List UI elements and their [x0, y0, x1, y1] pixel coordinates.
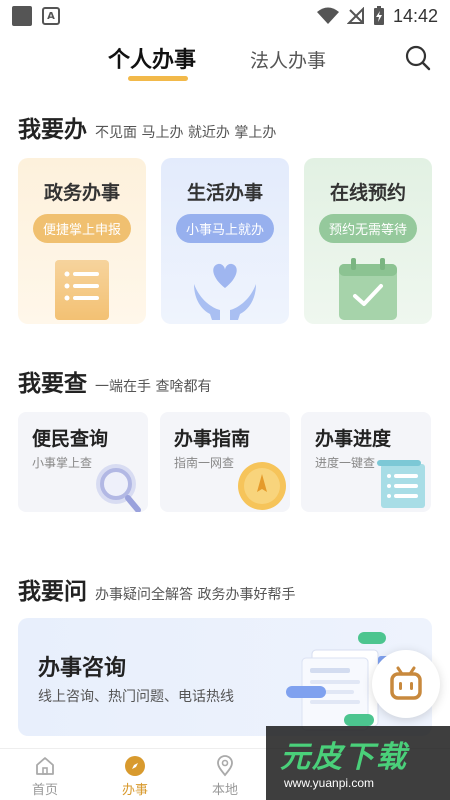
card-subtitle: 进度一键查	[315, 456, 376, 470]
nav-local[interactable]: 本地	[195, 755, 255, 798]
nav-affairs[interactable]: 办事	[105, 755, 165, 798]
banner-subtitle: 线上咨询、热门问题、电话热线	[38, 689, 234, 705]
card-service-guide[interactable]: 办事指南 指南一网查	[160, 412, 290, 512]
tab-personal[interactable]: 个人办事	[108, 42, 196, 74]
section-ask-header: 我要问 办事疑问全解答 政务办事好帮手	[18, 572, 295, 606]
card-pill: 小事马上就办	[175, 214, 275, 243]
card-subtitle: 小事掌上查	[32, 456, 93, 470]
assistant-robot-button[interactable]	[372, 650, 440, 718]
nav-label: 办事	[121, 783, 148, 798]
clock: 14:42	[392, 5, 438, 26]
notification-square-icon	[12, 6, 32, 26]
search-icon[interactable]	[404, 44, 432, 72]
banner-title: 办事咨询	[38, 656, 127, 681]
card-online-appointment[interactable]: 在线预约 预约无需等待	[304, 158, 432, 324]
card-title: 办事进度	[315, 428, 392, 450]
watermark: 元皮下载 www.yuanpi.com	[266, 726, 450, 800]
consultation-banner[interactable]: 办事咨询 线上咨询、热门问题、电话热线	[18, 618, 432, 736]
card-progress[interactable]: 办事进度 进度一键查	[301, 412, 431, 512]
card-title: 政务办事	[43, 182, 120, 204]
home-icon	[36, 757, 54, 775]
watermark-url: www.yuanpi.com	[284, 776, 375, 790]
app-a-icon: A	[42, 7, 60, 25]
battery-charging-icon	[373, 6, 384, 25]
magnifier-icon	[96, 464, 141, 512]
section-do-title: 我要办	[18, 116, 87, 143]
location-icon	[217, 755, 233, 777]
active-tab-indicator	[128, 76, 188, 81]
section-check-subtitle: 一端在手 查啥都有	[95, 379, 212, 395]
card-title: 生活办事	[186, 182, 263, 204]
section-ask-title: 我要问	[18, 578, 87, 605]
watermark-title: 元皮下载	[280, 740, 408, 775]
card-title: 在线预约	[329, 182, 406, 204]
section-check-header: 我要查 一端在手 查啥都有	[18, 364, 211, 398]
compass-badge-icon	[238, 462, 286, 510]
calendar-check-icon	[339, 258, 397, 320]
section-do-subtitle: 不见面 马上办 就近办 掌上办	[95, 125, 277, 141]
card-public-query[interactable]: 便民查询 小事掌上查	[18, 412, 148, 512]
card-pill: 便捷掌上申报	[32, 214, 132, 243]
status-bar: A 14:42	[0, 0, 450, 32]
hands-heart-icon	[194, 263, 256, 320]
section-ask-subtitle: 办事疑问全解答 政务办事好帮手	[95, 587, 296, 603]
card-government-affairs[interactable]: 政务办事 便捷掌上申报	[18, 158, 146, 324]
section-do-header: 我要办 不见面 马上办 就近办 掌上办	[18, 110, 276, 144]
card-title: 办事指南	[174, 428, 251, 450]
robot-icon	[390, 666, 422, 700]
section-check-title: 我要查	[18, 370, 87, 397]
compass-icon	[125, 756, 145, 776]
nav-home[interactable]: 首页	[15, 755, 75, 798]
wifi-icon	[316, 7, 339, 24]
nav-label: 本地	[211, 783, 238, 798]
card-life-affairs[interactable]: 生活办事 小事马上就办	[161, 158, 289, 324]
card-title: 便民查询	[32, 428, 109, 450]
header-tabs: 个人办事 法人办事	[0, 36, 450, 86]
card-pill: 预约无需等待	[318, 214, 418, 243]
card-subtitle: 指南一网查	[174, 456, 235, 470]
tab-corporate[interactable]: 法人办事	[250, 46, 326, 73]
document-icon	[55, 260, 109, 320]
scroll-list-icon	[377, 460, 425, 508]
nav-label: 首页	[31, 783, 58, 798]
no-signal-icon	[346, 7, 364, 24]
